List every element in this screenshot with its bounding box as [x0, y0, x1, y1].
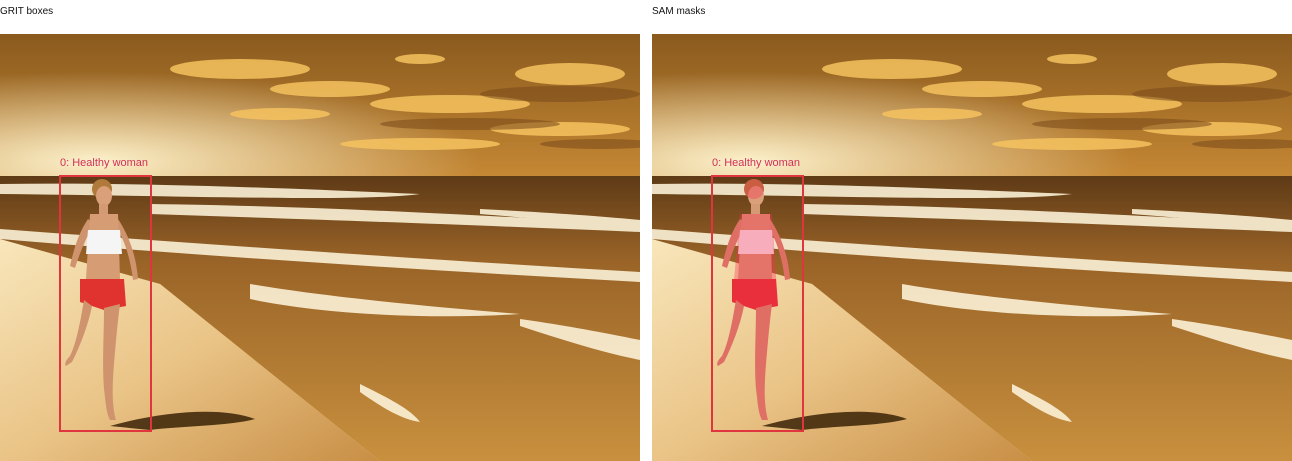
sam-masks-panel: SAM masks 0: Healthy woman: [652, 0, 1292, 461]
detection-label: 0: Healthy woman: [60, 157, 149, 169]
grit-boxes-panel: GRIT boxes 0: Healthy woman: [0, 0, 640, 461]
panel-title-sam: SAM masks: [652, 6, 706, 17]
detection-bounding-box: [711, 175, 804, 432]
detection-bounding-box: [59, 175, 152, 432]
panel-title-grit: GRIT boxes: [0, 6, 54, 17]
detection-label: 0: Healthy woman: [712, 157, 801, 169]
